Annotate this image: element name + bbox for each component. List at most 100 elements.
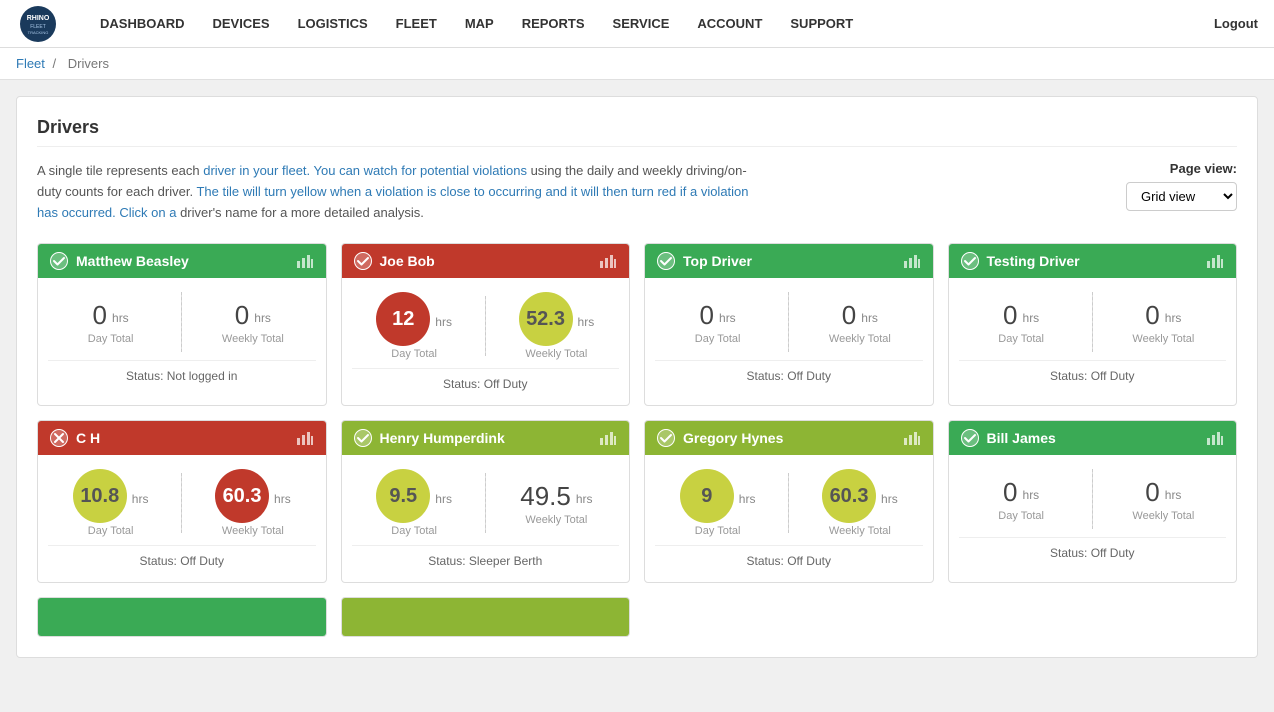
drivers-header: A single tile represents each driver in … — [37, 161, 1237, 223]
checkmark-icon — [354, 252, 372, 270]
checkmark-icon — [657, 429, 675, 447]
breadcrumb-fleet-link[interactable]: Fleet — [16, 56, 45, 71]
chart-icon — [1206, 431, 1224, 445]
driver-card-body: 0hrs Day Total 0hrs Weekly Total Status:… — [949, 278, 1237, 397]
stat-unit: hrs — [1165, 311, 1182, 325]
chart-icon — [296, 431, 314, 445]
header-left: Joe Bob — [354, 252, 435, 270]
header-left: Gregory Hynes — [657, 429, 783, 447]
nav-links: DASHBOARDDEVICESLOGISTICSFLEETMAPREPORTS… — [86, 0, 1214, 48]
stat-label: Weekly Total — [525, 514, 587, 526]
circle-badge: 60.3 — [215, 469, 269, 523]
driver-card: Testing Driver 0hrs Day Total 0hrs Weekl… — [948, 243, 1238, 406]
driver-name[interactable]: Matthew Beasley — [76, 253, 189, 269]
stat-block: 60.3 hrs Weekly Total — [190, 469, 315, 537]
driver-card-header[interactable]: Testing Driver — [949, 244, 1237, 278]
driver-card-header[interactable]: C H — [38, 421, 326, 455]
stat-label: Weekly Total — [829, 333, 891, 345]
driver-status: Status: Off Duty — [959, 360, 1227, 389]
driver-name[interactable]: Joe Bob — [380, 253, 435, 269]
stat-value-row: 12 hrs — [376, 292, 452, 346]
stat-label: Weekly Total — [1132, 510, 1194, 522]
header-left: Top Driver — [657, 252, 752, 270]
stat-value-row: 0hrs — [1003, 300, 1039, 331]
stat-number: 0 — [235, 300, 249, 331]
driver-name[interactable]: Testing Driver — [987, 253, 1080, 269]
divider — [788, 292, 789, 352]
stat-label: Weekly Total — [222, 333, 284, 345]
driver-name[interactable]: Bill James — [987, 430, 1056, 446]
stat-unit: hrs — [576, 492, 593, 506]
driver-card: Bill James 0hrs Day Total 0hrs Weekly To… — [948, 420, 1238, 583]
stat-value-row: 0hrs — [1145, 477, 1181, 508]
header-left: Testing Driver — [961, 252, 1080, 270]
driver-name[interactable]: Gregory Hynes — [683, 430, 783, 446]
stat-unit: hrs — [1023, 311, 1040, 325]
stat-block: 12 hrs Day Total — [352, 292, 477, 360]
partial-driver-header[interactable] — [342, 598, 630, 637]
checkmark-icon — [50, 252, 68, 270]
nav-link-fleet[interactable]: FLEET — [382, 0, 451, 48]
nav-link-devices[interactable]: DEVICES — [199, 0, 284, 48]
nav-link-dashboard[interactable]: DASHBOARD — [86, 0, 199, 48]
driver-card-header[interactable]: Gregory Hynes — [645, 421, 933, 455]
nav-link-logistics[interactable]: LOGISTICS — [284, 0, 382, 48]
stats-row: 0hrs Day Total 0hrs Weekly Total — [48, 292, 316, 352]
stat-number: 0 — [1003, 477, 1017, 508]
brand[interactable]: RHINO FLEET TRACKING — [16, 6, 66, 42]
page-view-select[interactable]: Grid view List view — [1126, 182, 1237, 211]
stats-row: 0hrs Day Total 0hrs Weekly Total — [655, 292, 923, 352]
main-content: Drivers A single tile represents each dr… — [0, 80, 1274, 674]
stat-unit: hrs — [1165, 488, 1182, 502]
stat-unit: hrs — [881, 492, 898, 506]
driver-card-header[interactable]: Matthew Beasley — [38, 244, 326, 278]
driver-card-header[interactable]: Bill James — [949, 421, 1237, 455]
driver-card-header[interactable]: Joe Bob — [342, 244, 630, 278]
stat-unit: hrs — [254, 311, 271, 325]
rhino-logo-icon: RHINO FLEET TRACKING — [16, 6, 60, 42]
partial-driver-header[interactable] — [38, 598, 326, 637]
breadcrumb-separator: / — [53, 56, 57, 71]
header-left: C H — [50, 429, 100, 447]
driver-card: C H 10.8 hrs Day Total 60.3 hrs Weekly T… — [37, 420, 327, 583]
drivers-panel: Drivers A single tile represents each dr… — [16, 96, 1258, 658]
stat-unit: hrs — [274, 492, 291, 506]
stat-value-row: 49.5hrs — [520, 481, 592, 512]
stat-value-row: 52.3 hrs — [519, 292, 595, 346]
divider — [485, 473, 486, 533]
nav-link-reports[interactable]: REPORTS — [508, 0, 599, 48]
navbar: RHINO FLEET TRACKING DASHBOARDDEVICESLOG… — [0, 0, 1274, 48]
svg-text:TRACKING: TRACKING — [28, 30, 49, 35]
chart-icon — [296, 254, 314, 268]
stat-unit: hrs — [861, 311, 878, 325]
stat-value-row: 0 hrs — [1003, 477, 1039, 508]
header-left: Bill James — [961, 429, 1056, 447]
divider — [485, 296, 486, 356]
circle-badge: 9.5 — [376, 469, 430, 523]
stat-label: Weekly Total — [222, 525, 284, 537]
stat-value-row: 9.5 hrs — [376, 469, 452, 523]
checkmark-icon — [354, 429, 372, 447]
breadcrumb-current: Drivers — [68, 56, 109, 71]
divider — [1092, 292, 1093, 352]
driver-card-body: 9.5 hrs Day Total 49.5hrs Weekly Total S… — [342, 455, 630, 582]
nav-link-service[interactable]: SERVICE — [599, 0, 684, 48]
stat-label: Day Total — [88, 333, 134, 345]
nav-link-map[interactable]: MAP — [451, 0, 508, 48]
driver-card-body: 9 hrs Day Total 60.3 hrs Weekly Total St… — [645, 455, 933, 582]
driver-name[interactable]: Henry Humperdink — [380, 430, 505, 446]
nav-link-support[interactable]: SUPPORT — [776, 0, 867, 48]
driver-status: Status: Off Duty — [655, 360, 923, 389]
stat-label: Weekly Total — [525, 348, 587, 360]
stat-value-row: 0hrs — [1145, 300, 1181, 331]
driver-card-header[interactable]: Henry Humperdink — [342, 421, 630, 455]
x-icon — [50, 429, 68, 447]
driver-status: Status: Off Duty — [352, 368, 620, 397]
driver-status: Status: Not logged in — [48, 360, 316, 389]
driver-card-header[interactable]: Top Driver — [645, 244, 933, 278]
logout-button[interactable]: Logout — [1214, 16, 1258, 31]
stat-unit: hrs — [1023, 488, 1040, 502]
driver-name[interactable]: Top Driver — [683, 253, 752, 269]
nav-link-account[interactable]: ACCOUNT — [683, 0, 776, 48]
driver-name[interactable]: C H — [76, 430, 100, 446]
